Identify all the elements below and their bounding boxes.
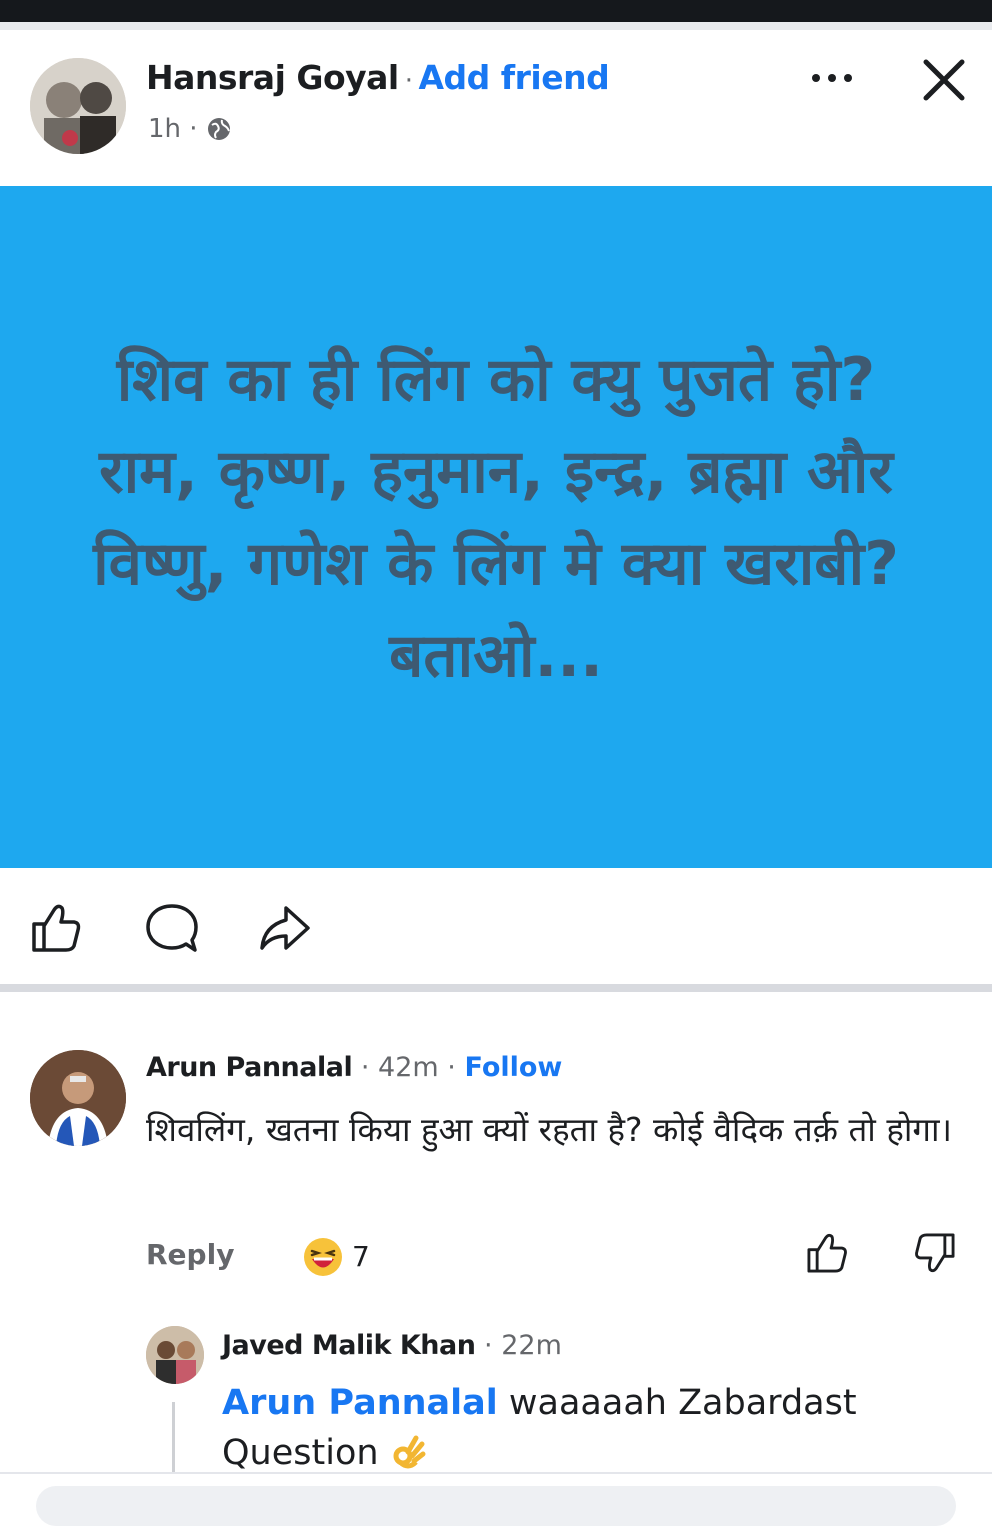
- separator-dot: ·: [484, 1330, 493, 1361]
- post-meta: 1h ·: [148, 114, 232, 144]
- globe-icon: [206, 114, 232, 144]
- comment-header: Arun Pannalal · 42m · Follow: [146, 1052, 562, 1083]
- dislike-icon[interactable]: [912, 1230, 958, 1276]
- reply-button[interactable]: Reply: [146, 1238, 234, 1271]
- avatar[interactable]: [30, 1050, 126, 1146]
- mention-link[interactable]: Arun Pannalal: [222, 1383, 498, 1423]
- close-icon[interactable]: [916, 52, 972, 108]
- like-icon[interactable]: [28, 900, 84, 956]
- reaction-count[interactable]: 7: [352, 1240, 370, 1273]
- reply-text: Arun Pannalal waaaaah Zabardast Question: [222, 1378, 922, 1478]
- post-author-row: Hansraj Goyal · Add friend: [146, 58, 610, 97]
- reply-author[interactable]: Javed Malik Khan: [222, 1330, 476, 1361]
- reply-time: 22m: [501, 1330, 562, 1361]
- comment-author[interactable]: Arun Pannalal: [146, 1052, 353, 1083]
- comment-text: शिवलिंग, खतना किया हुआ क्यों रहता है? को…: [146, 1110, 953, 1149]
- post-author-name[interactable]: Hansraj Goyal: [146, 58, 399, 97]
- comment-input[interactable]: [36, 1486, 956, 1526]
- like-icon[interactable]: [804, 1230, 850, 1276]
- section-divider: [0, 984, 992, 992]
- post-banner-text: शिव का ही लिंग को क्यु पुजते हो? राम, कृ…: [93, 345, 899, 691]
- header-divider: [0, 22, 992, 30]
- separator-dot: ·: [404, 66, 413, 96]
- post-text-banner: शिव का ही लिंग को क्यु पुजते हो? राम, कृ…: [0, 186, 992, 868]
- post-time[interactable]: 1h: [148, 114, 181, 144]
- status-bar: [0, 0, 992, 22]
- ok-hand-icon: [390, 1434, 426, 1470]
- haha-emoji-icon[interactable]: [302, 1236, 344, 1278]
- separator-dot: ·: [189, 114, 198, 144]
- comment-time: 42m: [378, 1052, 439, 1083]
- bottom-divider: [0, 1472, 992, 1474]
- avatar[interactable]: [30, 58, 126, 154]
- separator-dot: ·: [360, 1052, 370, 1083]
- avatar[interactable]: [146, 1326, 204, 1384]
- comment-icon[interactable]: [144, 900, 200, 956]
- share-icon[interactable]: [256, 900, 312, 956]
- reply-header: Javed Malik Khan · 22m: [222, 1330, 562, 1361]
- thread-line: [172, 1402, 175, 1472]
- add-friend-button[interactable]: Add friend: [418, 58, 609, 97]
- separator-dot: ·: [447, 1052, 456, 1083]
- more-options-icon[interactable]: [806, 60, 858, 96]
- follow-button[interactable]: Follow: [464, 1052, 562, 1083]
